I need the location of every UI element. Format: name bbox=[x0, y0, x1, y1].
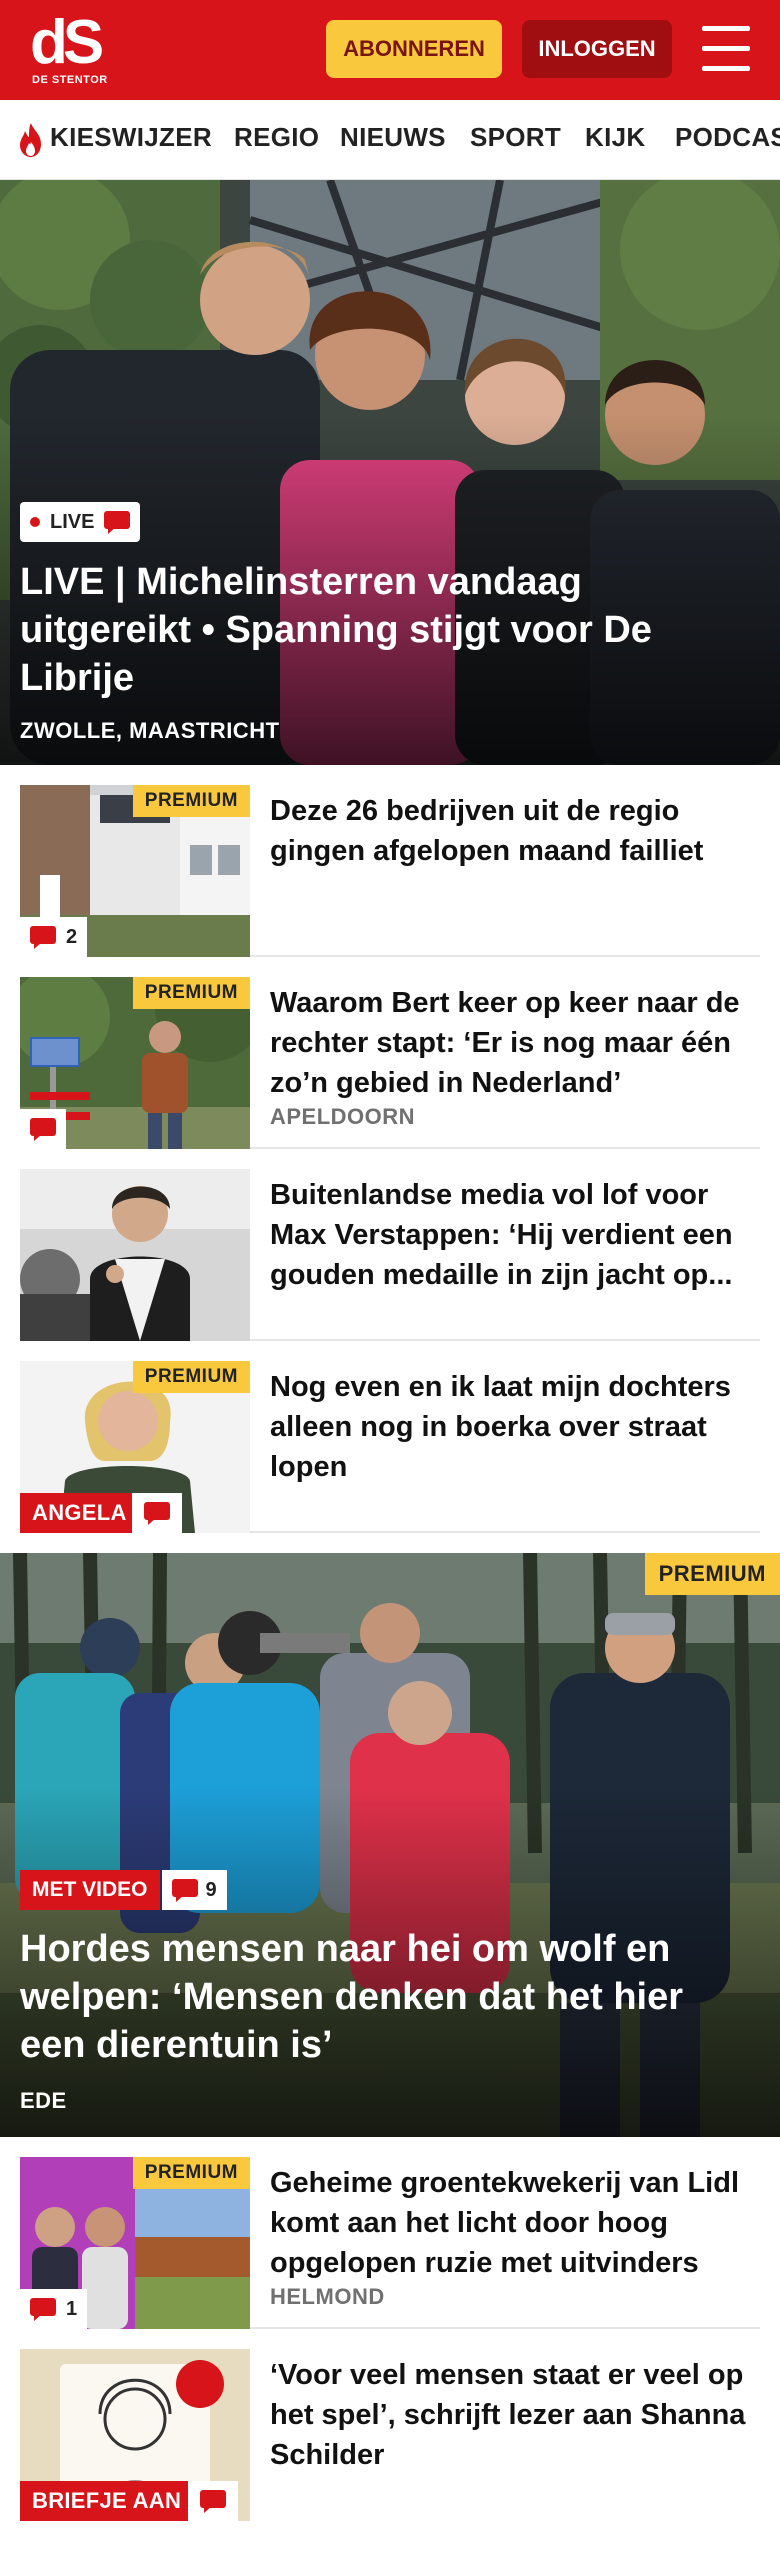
logo-subtitle: DE STENTOR bbox=[32, 74, 108, 86]
article-title[interactable]: Buitenlandse media vol lof voor Max Vers… bbox=[270, 1175, 760, 1295]
video-badge-row: MET VIDEO 9 bbox=[20, 1870, 227, 1910]
comment-count: 2 bbox=[66, 925, 78, 948]
section-nav: KIESWIJZER REGIO NIEUWS SPORT KIJK PODCA… bbox=[0, 100, 780, 180]
video-badge: MET VIDEO bbox=[20, 1870, 160, 1910]
comment-count-badge[interactable]: 2 bbox=[20, 917, 88, 957]
columnist-label: ANGELA bbox=[20, 1493, 139, 1533]
comment-count: 9 bbox=[205, 1878, 217, 1901]
list-item[interactable]: PREMIUM 1 Geheime groentekwekerij van Li… bbox=[20, 2157, 760, 2329]
hamburger-menu-icon[interactable] bbox=[700, 24, 752, 74]
article-title[interactable]: Deze 26 bedrijven uit de regio gingen af… bbox=[270, 791, 760, 871]
premium-badge: PREMIUM bbox=[132, 785, 250, 817]
premium-badge: PREMIUM bbox=[132, 977, 250, 1009]
article-location: APELDOORN bbox=[270, 1104, 416, 1129]
hero-article[interactable]: LIVE LIVE | Michelinsterren vandaag uitg… bbox=[0, 180, 780, 765]
article-title[interactable]: Waarom Bert keer op keer naar de rechter… bbox=[270, 983, 760, 1103]
comment-icon bbox=[200, 2490, 226, 2513]
comment-icon bbox=[171, 1879, 198, 1902]
comment-badge[interactable] bbox=[20, 1109, 66, 1149]
live-badge: LIVE bbox=[20, 502, 141, 542]
nav-item-sport[interactable]: SPORT bbox=[470, 122, 561, 153]
article-thumbnail: PREMIUM 1 bbox=[20, 2157, 250, 2329]
feature-title[interactable]: Hordes mensen naar hei om wolf en welpen… bbox=[20, 1925, 740, 2069]
article-thumbnail: PREMIUM bbox=[20, 977, 250, 1149]
comment-icon bbox=[30, 2298, 56, 2321]
premium-badge: PREMIUM bbox=[132, 2157, 250, 2189]
hero-title[interactable]: LIVE | Michelinsterren vandaag uitgereik… bbox=[20, 558, 740, 702]
article-title[interactable]: Nog even en ik laat mijn dochters alleen… bbox=[270, 1367, 760, 1487]
list-item[interactable]: Buitenlandse media vol lof voor Max Vers… bbox=[20, 1169, 760, 1341]
feature-article[interactable]: PREMIUM MET VIDEO 9 Hordes mensen naar h… bbox=[0, 1553, 780, 2137]
live-label: LIVE bbox=[50, 510, 95, 533]
premium-badge: PREMIUM bbox=[132, 1361, 250, 1393]
article-thumbnail: BRIEFJE AAN bbox=[20, 2349, 250, 2521]
article-thumbnail: PREMIUM ANGELA bbox=[20, 1361, 250, 1533]
list-item[interactable]: BRIEFJE AAN ‘Voor veel mensen staat er v… bbox=[20, 2349, 760, 2521]
series-label: BRIEFJE AAN bbox=[20, 2481, 194, 2521]
nav-item-podcast[interactable]: PODCAS bbox=[675, 122, 780, 153]
article-image bbox=[20, 1169, 250, 1341]
login-button[interactable]: INLOGGEN bbox=[522, 20, 672, 78]
comment-icon bbox=[30, 926, 56, 949]
article-location: HELMOND bbox=[270, 2284, 385, 2309]
logo-mark: dS bbox=[30, 8, 104, 77]
site-logo[interactable]: dS DE STENTOR bbox=[24, 12, 114, 90]
article-thumbnail bbox=[20, 1169, 250, 1341]
comment-count-badge[interactable]: 9 bbox=[161, 1870, 227, 1910]
comment-count: 1 bbox=[66, 2297, 78, 2320]
comment-badge[interactable] bbox=[188, 2481, 238, 2521]
nav-item-nieuws[interactable]: NIEUWS bbox=[340, 122, 446, 153]
subscribe-button[interactable]: ABONNEREN bbox=[326, 20, 502, 78]
hero-location: ZWOLLE, MAASTRICHT bbox=[20, 718, 280, 743]
article-thumbnail: PREMIUM 2 bbox=[20, 785, 250, 957]
live-dot-icon bbox=[30, 517, 40, 527]
site-header: dS DE STENTOR ABONNEREN INLOGGEN bbox=[0, 0, 780, 100]
comment-count-badge[interactable]: 1 bbox=[20, 2289, 88, 2329]
comment-icon bbox=[30, 1118, 56, 1141]
comment-badge[interactable] bbox=[132, 1493, 182, 1533]
article-title[interactable]: ‘Voor veel mensen staat er veel op het s… bbox=[270, 2355, 760, 2475]
flame-icon bbox=[20, 123, 41, 157]
comment-icon bbox=[104, 511, 131, 534]
premium-badge: PREMIUM bbox=[644, 1553, 780, 1595]
nav-item-kieswijzer[interactable]: KIESWIJZER bbox=[50, 122, 212, 153]
list-item[interactable]: PREMIUM 2 Deze 26 bedrijven uit de regio… bbox=[20, 785, 760, 957]
comment-icon bbox=[144, 1502, 170, 1525]
article-title[interactable]: Geheime groentekwekerij van Lidl komt aa… bbox=[270, 2163, 760, 2283]
nav-item-kijk[interactable]: KIJK bbox=[585, 122, 645, 153]
feature-location: EDE bbox=[20, 2088, 67, 2113]
nav-item-regio[interactable]: REGIO bbox=[234, 122, 319, 153]
list-item[interactable]: PREMIUM ANGELA Nog even en ik laat mijn … bbox=[20, 1361, 760, 1533]
list-item[interactable]: PREMIUM Waarom Bert keer op keer naar de… bbox=[20, 977, 760, 1149]
